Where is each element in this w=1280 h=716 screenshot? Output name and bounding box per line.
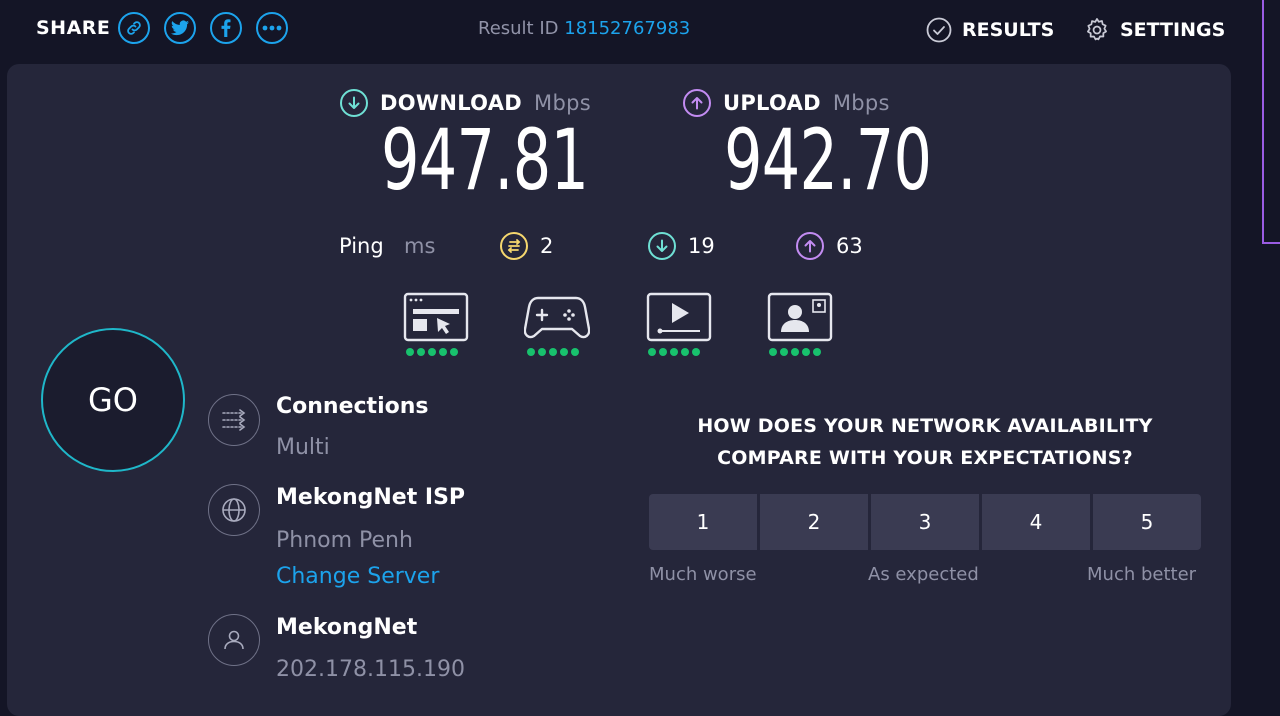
globe-icon [208, 484, 260, 536]
video-chat-rating [769, 348, 821, 356]
rating-dot [802, 348, 810, 356]
ping-download-value: 19 [688, 234, 715, 258]
web-browsing-rating [406, 348, 458, 356]
video-streaming-icon [646, 292, 712, 342]
ping-download: 19 [648, 232, 715, 260]
rating-dot [648, 348, 656, 356]
rating-dot [417, 348, 425, 356]
video-streaming-rating [648, 348, 700, 356]
rating-option-2[interactable]: 2 [760, 494, 868, 550]
upload-latency-icon [796, 232, 824, 260]
share-link-button[interactable] [118, 12, 150, 44]
share-label: SHARE [36, 17, 111, 39]
rating-dot [549, 348, 557, 356]
side-panel-border [1262, 0, 1264, 244]
rating-dot [780, 348, 788, 356]
settings-label: SETTINGS [1120, 19, 1226, 41]
share-more-button[interactable] [256, 12, 288, 44]
download-arrow-icon [340, 89, 368, 117]
go-button[interactable]: GO [41, 328, 185, 472]
upload-speed-value: 942.70 [724, 111, 932, 209]
download-speed-value: 947.81 [381, 111, 589, 209]
survey-question-line2: COMPARE WITH YOUR EXPECTATIONS? [717, 447, 1133, 469]
change-server-link[interactable]: Change Server [276, 564, 439, 589]
rating-option-4[interactable]: 4 [982, 494, 1090, 550]
ping-idle-value: 2 [540, 234, 554, 258]
server-location: Phnom Penh [276, 528, 413, 553]
rating-dot [571, 348, 579, 356]
link-icon [127, 21, 141, 35]
settings-button[interactable]: SETTINGS [1084, 17, 1225, 43]
result-id-value[interactable]: 18152767983 [564, 18, 690, 39]
rating-dot [538, 348, 546, 356]
rating-dot [692, 348, 700, 356]
rating-option-3[interactable]: 3 [871, 494, 979, 550]
rating-dot [670, 348, 678, 356]
gaming-icon [524, 296, 590, 339]
scale-mid-label: As expected [868, 564, 979, 585]
rating-dot [439, 348, 447, 356]
scale-low-label: Much worse [649, 564, 757, 585]
rating-dot [428, 348, 436, 356]
side-panel-border-corner [1262, 242, 1280, 244]
more-icon [262, 25, 282, 31]
rating-dot [681, 348, 689, 356]
rating-dot [560, 348, 568, 356]
scale-high-label: Much better [1087, 564, 1197, 585]
connections-icon[interactable] [208, 394, 260, 446]
upload-arrow-icon [683, 89, 711, 117]
download-latency-icon [648, 232, 676, 260]
web-browsing-icon [403, 292, 469, 342]
share-facebook-button[interactable] [210, 12, 242, 44]
gear-icon [1087, 18, 1107, 41]
user-icon [208, 614, 260, 666]
rating-dot [813, 348, 821, 356]
result-id-label: Result ID [478, 18, 559, 39]
ping-upload-value: 63 [836, 234, 863, 258]
connections-value: Multi [276, 435, 330, 460]
rating-dot [659, 348, 667, 356]
rating-dot [769, 348, 777, 356]
provider-ip: 202.178.115.190 [276, 657, 465, 682]
twitter-icon [171, 20, 189, 36]
rating-option-1[interactable]: 1 [649, 494, 757, 550]
check-circle-icon [926, 17, 952, 43]
rating-dot [791, 348, 799, 356]
results-panel [7, 64, 1231, 716]
rating-dot [450, 348, 458, 356]
gaming-rating [527, 348, 579, 356]
facebook-icon [221, 19, 231, 37]
share-twitter-button[interactable] [164, 12, 196, 44]
server-title: MekongNet ISP [276, 485, 466, 510]
results-label: RESULTS [962, 19, 1055, 41]
rating-dot [527, 348, 535, 356]
rating-option-5[interactable]: 5 [1093, 494, 1201, 550]
connections-title: Connections [276, 394, 429, 419]
survey-question-line1: HOW DOES YOUR NETWORK AVAILABILITY [697, 415, 1153, 437]
ping-idle: 2 [500, 232, 553, 260]
survey-question: HOW DOES YOUR NETWORK AVAILABILITY COMPA… [650, 410, 1200, 474]
ping-label: Ping [339, 234, 384, 258]
ping-upload: 63 [796, 232, 863, 260]
video-chat-icon [767, 292, 833, 342]
results-button[interactable]: RESULTS [926, 17, 1054, 43]
rating-dot [406, 348, 414, 356]
idle-latency-icon [500, 232, 528, 260]
result-id: Result ID 18152767983 [478, 18, 690, 39]
ping-unit: ms [404, 234, 436, 258]
provider-title: MekongNet [276, 615, 418, 640]
survey-rating-row: 1 2 3 4 5 [649, 494, 1201, 550]
